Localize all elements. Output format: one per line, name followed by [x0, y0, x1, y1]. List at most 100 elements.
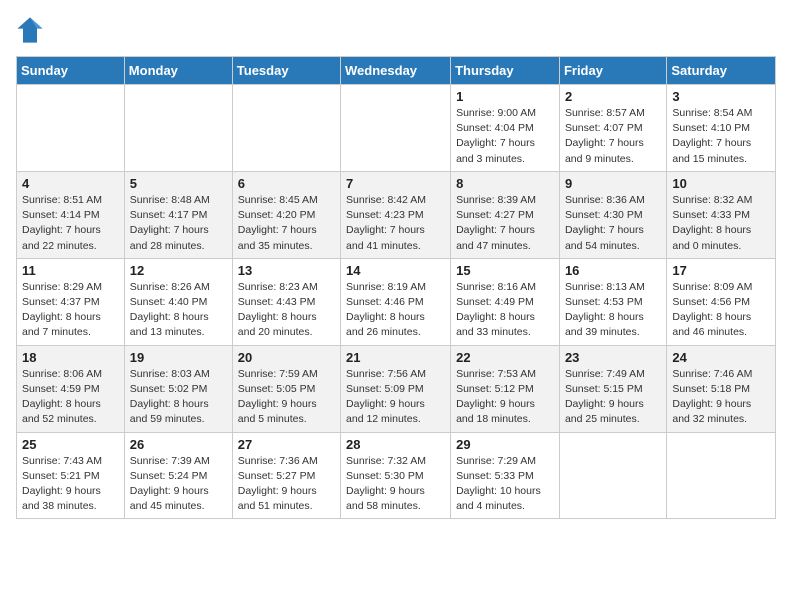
day-info: Sunrise: 7:43 AM Sunset: 5:21 PM Dayligh… [22, 454, 119, 515]
day-number: 6 [238, 176, 335, 191]
day-info: Sunrise: 7:56 AM Sunset: 5:09 PM Dayligh… [346, 367, 445, 428]
calendar-week-row: 4 Sunrise: 8:51 AM Sunset: 4:14 PM Daylig… [17, 171, 776, 258]
calendar-cell: 25 Sunrise: 7:43 AM Sunset: 5:21 PM Dayli… [17, 432, 125, 519]
calendar-week-row: 1 Sunrise: 9:00 AM Sunset: 4:04 PM Daylig… [17, 85, 776, 172]
calendar-cell: 5 Sunrise: 8:48 AM Sunset: 4:17 PM Daylig… [124, 171, 232, 258]
calendar-week-row: 18 Sunrise: 8:06 AM Sunset: 4:59 PM Dayli… [17, 345, 776, 432]
calendar-cell: 6 Sunrise: 8:45 AM Sunset: 4:20 PM Daylig… [232, 171, 340, 258]
calendar-cell: 10 Sunrise: 8:32 AM Sunset: 4:33 PM Dayli… [667, 171, 776, 258]
day-of-week-header: Monday [124, 57, 232, 85]
calendar-cell: 15 Sunrise: 8:16 AM Sunset: 4:49 PM Dayli… [451, 258, 560, 345]
calendar-cell: 29 Sunrise: 7:29 AM Sunset: 5:33 PM Dayli… [451, 432, 560, 519]
day-number: 23 [565, 350, 661, 365]
day-info: Sunrise: 7:53 AM Sunset: 5:12 PM Dayligh… [456, 367, 554, 428]
day-number: 21 [346, 350, 445, 365]
day-info: Sunrise: 8:29 AM Sunset: 4:37 PM Dayligh… [22, 280, 119, 341]
day-info: Sunrise: 8:23 AM Sunset: 4:43 PM Dayligh… [238, 280, 335, 341]
day-of-week-header: Friday [559, 57, 666, 85]
day-number: 5 [130, 176, 227, 191]
page-header [16, 16, 776, 44]
day-number: 26 [130, 437, 227, 452]
calendar-cell: 22 Sunrise: 7:53 AM Sunset: 5:12 PM Dayli… [451, 345, 560, 432]
day-info: Sunrise: 8:16 AM Sunset: 4:49 PM Dayligh… [456, 280, 554, 341]
day-info: Sunrise: 9:00 AM Sunset: 4:04 PM Dayligh… [456, 106, 554, 167]
day-info: Sunrise: 8:13 AM Sunset: 4:53 PM Dayligh… [565, 280, 661, 341]
calendar-week-row: 25 Sunrise: 7:43 AM Sunset: 5:21 PM Dayli… [17, 432, 776, 519]
day-of-week-header: Saturday [667, 57, 776, 85]
calendar-cell: 3 Sunrise: 8:54 AM Sunset: 4:10 PM Daylig… [667, 85, 776, 172]
calendar-cell: 21 Sunrise: 7:56 AM Sunset: 5:09 PM Dayli… [341, 345, 451, 432]
calendar-cell [341, 85, 451, 172]
day-number: 9 [565, 176, 661, 191]
day-of-week-header: Thursday [451, 57, 560, 85]
calendar-cell: 27 Sunrise: 7:36 AM Sunset: 5:27 PM Dayli… [232, 432, 340, 519]
day-info: Sunrise: 8:32 AM Sunset: 4:33 PM Dayligh… [672, 193, 770, 254]
day-info: Sunrise: 7:36 AM Sunset: 5:27 PM Dayligh… [238, 454, 335, 515]
day-number: 18 [22, 350, 119, 365]
day-number: 16 [565, 263, 661, 278]
calendar-cell [17, 85, 125, 172]
day-info: Sunrise: 8:42 AM Sunset: 4:23 PM Dayligh… [346, 193, 445, 254]
calendar-cell: 2Sunrise: 8:57 AM Sunset: 4:07 PM Daylig… [559, 85, 666, 172]
day-info: Sunrise: 7:29 AM Sunset: 5:33 PM Dayligh… [456, 454, 554, 515]
calendar-cell [559, 432, 666, 519]
calendar-cell: 24Sunrise: 7:46 AM Sunset: 5:18 PM Dayli… [667, 345, 776, 432]
day-number: 3 [672, 89, 770, 104]
day-info: Sunrise: 8:03 AM Sunset: 5:02 PM Dayligh… [130, 367, 227, 428]
calendar-cell: 8 Sunrise: 8:39 AM Sunset: 4:27 PM Daylig… [451, 171, 560, 258]
calendar-cell: 1 Sunrise: 9:00 AM Sunset: 4:04 PM Daylig… [451, 85, 560, 172]
day-info: Sunrise: 8:51 AM Sunset: 4:14 PM Dayligh… [22, 193, 119, 254]
day-number: 15 [456, 263, 554, 278]
day-info: Sunrise: 8:19 AM Sunset: 4:46 PM Dayligh… [346, 280, 445, 341]
calendar-cell: 17 Sunrise: 8:09 AM Sunset: 4:56 PM Dayli… [667, 258, 776, 345]
day-number: 8 [456, 176, 554, 191]
calendar-table: SundayMondayTuesdayWednesdayThursdayFrid… [16, 56, 776, 519]
day-info: Sunrise: 7:32 AM Sunset: 5:30 PM Dayligh… [346, 454, 445, 515]
day-number: 22 [456, 350, 554, 365]
day-number: 1 [456, 89, 554, 104]
calendar-week-row: 11 Sunrise: 8:29 AM Sunset: 4:37 PM Dayli… [17, 258, 776, 345]
day-info: Sunrise: 8:48 AM Sunset: 4:17 PM Dayligh… [130, 193, 227, 254]
day-of-week-header: Tuesday [232, 57, 340, 85]
day-info: Sunrise: 8:39 AM Sunset: 4:27 PM Dayligh… [456, 193, 554, 254]
day-info: Sunrise: 8:54 AM Sunset: 4:10 PM Dayligh… [672, 106, 770, 167]
day-number: 20 [238, 350, 335, 365]
day-info: Sunrise: 7:59 AM Sunset: 5:05 PM Dayligh… [238, 367, 335, 428]
day-info: Sunrise: 7:49 AM Sunset: 5:15 PM Dayligh… [565, 367, 661, 428]
calendar-cell: 20 Sunrise: 7:59 AM Sunset: 5:05 PM Dayli… [232, 345, 340, 432]
calendar-cell: 16 Sunrise: 8:13 AM Sunset: 4:53 PM Dayli… [559, 258, 666, 345]
day-info: Sunrise: 8:06 AM Sunset: 4:59 PM Dayligh… [22, 367, 119, 428]
day-number: 12 [130, 263, 227, 278]
day-number: 11 [22, 263, 119, 278]
calendar-cell: 4 Sunrise: 8:51 AM Sunset: 4:14 PM Daylig… [17, 171, 125, 258]
day-number: 14 [346, 263, 445, 278]
day-number: 19 [130, 350, 227, 365]
day-info: Sunrise: 8:36 AM Sunset: 4:30 PM Dayligh… [565, 193, 661, 254]
day-info: Sunrise: 7:46 AM Sunset: 5:18 PM Dayligh… [672, 367, 770, 428]
day-number: 2 [565, 89, 661, 104]
calendar-cell: 19 Sunrise: 8:03 AM Sunset: 5:02 PM Dayli… [124, 345, 232, 432]
day-number: 7 [346, 176, 445, 191]
calendar-cell: 28 Sunrise: 7:32 AM Sunset: 5:30 PM Dayli… [341, 432, 451, 519]
day-number: 25 [22, 437, 119, 452]
day-number: 13 [238, 263, 335, 278]
day-number: 17 [672, 263, 770, 278]
calendar-cell: 9 Sunrise: 8:36 AM Sunset: 4:30 PM Daylig… [559, 171, 666, 258]
day-number: 29 [456, 437, 554, 452]
day-info: Sunrise: 8:45 AM Sunset: 4:20 PM Dayligh… [238, 193, 335, 254]
day-number: 10 [672, 176, 770, 191]
calendar-cell: 14 Sunrise: 8:19 AM Sunset: 4:46 PM Dayli… [341, 258, 451, 345]
calendar-header-row: SundayMondayTuesdayWednesdayThursdayFrid… [17, 57, 776, 85]
day-of-week-header: Wednesday [341, 57, 451, 85]
day-info: Sunrise: 8:26 AM Sunset: 4:40 PM Dayligh… [130, 280, 227, 341]
day-number: 27 [238, 437, 335, 452]
calendar-cell [667, 432, 776, 519]
logo [16, 16, 48, 44]
day-info: Sunrise: 7:39 AM Sunset: 5:24 PM Dayligh… [130, 454, 227, 515]
day-number: 4 [22, 176, 119, 191]
calendar-cell [124, 85, 232, 172]
day-number: 28 [346, 437, 445, 452]
day-info: Sunrise: 8:09 AM Sunset: 4:56 PM Dayligh… [672, 280, 770, 341]
calendar-cell [232, 85, 340, 172]
calendar-cell: 11 Sunrise: 8:29 AM Sunset: 4:37 PM Dayli… [17, 258, 125, 345]
